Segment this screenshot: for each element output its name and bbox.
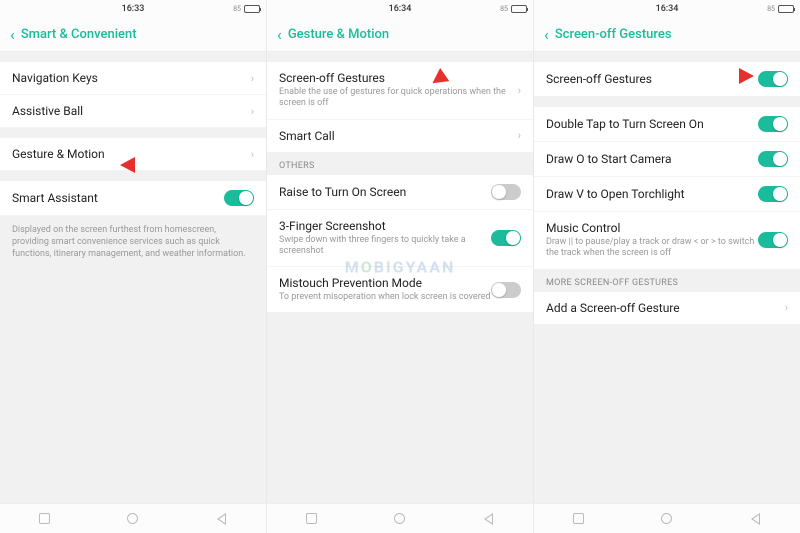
battery-text: 85 bbox=[233, 5, 241, 13]
row-screen-off-gestures[interactable]: Screen-off Gestures Enable the use of ge… bbox=[267, 62, 533, 120]
row-mistouch-prevention[interactable]: Mistouch Prevention Mode To prevent miso… bbox=[267, 267, 533, 312]
battery-icon bbox=[244, 5, 260, 13]
row-smart-call[interactable]: Smart Call › bbox=[267, 120, 533, 153]
row-label: Draw O to Start Camera bbox=[546, 152, 758, 166]
row-label: 3-Finger Screenshot bbox=[279, 219, 491, 233]
page-title: Gesture & Motion bbox=[288, 27, 389, 42]
header: ‹ Gesture & Motion bbox=[267, 18, 533, 52]
row-label: Double Tap to Turn Screen On bbox=[546, 117, 758, 131]
toggle-music-control[interactable] bbox=[758, 232, 788, 248]
row-draw-o[interactable]: Draw O to Start Camera bbox=[534, 142, 800, 177]
battery-icon bbox=[511, 5, 527, 13]
row-label: Draw V to Open Torchlight bbox=[546, 187, 758, 201]
row-label: Screen-off Gestures bbox=[279, 71, 518, 85]
row-label: Mistouch Prevention Mode bbox=[279, 276, 491, 290]
nav-home-icon[interactable] bbox=[660, 512, 674, 526]
row-music-control[interactable]: Music Control Draw || to pause/play a tr… bbox=[534, 212, 800, 270]
back-icon[interactable]: ‹ bbox=[10, 25, 15, 44]
nav-recent-icon[interactable] bbox=[571, 512, 585, 526]
status-bar: 16:33 85 bbox=[0, 0, 266, 18]
toggle-draw-v[interactable] bbox=[758, 186, 788, 202]
info-text: Displayed on the screen furthest from ho… bbox=[0, 216, 266, 268]
nav-recent-icon[interactable] bbox=[37, 512, 51, 526]
row-navigation-keys[interactable]: Navigation Keys › bbox=[0, 62, 266, 95]
toggle-3finger[interactable] bbox=[491, 230, 521, 246]
toggle-draw-o[interactable] bbox=[758, 151, 788, 167]
row-subtitle: To prevent misoperation when lock screen… bbox=[279, 292, 491, 303]
status-bar: 16:34 85 bbox=[534, 0, 800, 18]
status-time: 16:34 bbox=[580, 4, 754, 14]
status-bar: 16:34 85 bbox=[267, 0, 533, 18]
nav-back-icon[interactable] bbox=[482, 512, 496, 526]
nav-recent-icon[interactable] bbox=[304, 512, 318, 526]
toggle-screen-off-gestures[interactable] bbox=[758, 71, 788, 87]
chevron-right-icon: › bbox=[251, 72, 254, 85]
chevron-right-icon: › bbox=[518, 129, 521, 142]
screen-screen-off-gestures: 16:34 85 ‹ Screen-off Gestures Screen-of… bbox=[533, 0, 800, 533]
row-label: Smart Call bbox=[279, 129, 518, 143]
back-icon[interactable]: ‹ bbox=[544, 25, 549, 44]
nav-home-icon[interactable] bbox=[126, 512, 140, 526]
back-icon[interactable]: ‹ bbox=[277, 25, 282, 44]
toggle-double-tap[interactable] bbox=[758, 116, 788, 132]
row-label: Assistive Ball bbox=[12, 104, 251, 118]
row-subtitle: Swipe down with three fingers to quickly… bbox=[279, 235, 491, 258]
section-others: OTHERS bbox=[267, 153, 533, 175]
section-more-gestures: MORE SCREEN-OFF GESTURES bbox=[534, 270, 800, 292]
row-label: Gesture & Motion bbox=[12, 147, 251, 161]
page-title: Screen-off Gestures bbox=[555, 27, 672, 42]
row-add-gesture[interactable]: Add a Screen-off Gesture › bbox=[534, 292, 800, 324]
nav-bar bbox=[267, 503, 533, 533]
chevron-right-icon: › bbox=[518, 84, 521, 97]
toggle-smart-assistant[interactable] bbox=[224, 190, 254, 206]
row-3finger-screenshot[interactable]: 3-Finger Screenshot Swipe down with thre… bbox=[267, 210, 533, 268]
chevron-right-icon: › bbox=[251, 105, 254, 118]
row-draw-v[interactable]: Draw V to Open Torchlight bbox=[534, 177, 800, 212]
row-gesture-motion[interactable]: Gesture & Motion › bbox=[0, 138, 266, 171]
header: ‹ Smart & Convenient bbox=[0, 18, 266, 52]
nav-home-icon[interactable] bbox=[393, 512, 407, 526]
chevron-right-icon: › bbox=[251, 148, 254, 161]
row-label: Add a Screen-off Gesture bbox=[546, 301, 785, 315]
status-time: 16:33 bbox=[46, 4, 220, 14]
chevron-right-icon: › bbox=[785, 301, 788, 314]
row-label: Raise to Turn On Screen bbox=[279, 185, 491, 199]
row-assistive-ball[interactable]: Assistive Ball › bbox=[0, 95, 266, 128]
battery-text: 85 bbox=[500, 5, 508, 13]
nav-bar bbox=[0, 503, 266, 533]
screen-smart-convenient: 16:33 85 ‹ Smart & Convenient Navigation… bbox=[0, 0, 266, 533]
battery-icon bbox=[778, 5, 794, 13]
header: ‹ Screen-off Gestures bbox=[534, 18, 800, 52]
row-screen-off-gestures-toggle[interactable]: Screen-off Gestures bbox=[534, 62, 800, 97]
battery-text: 85 bbox=[767, 5, 775, 13]
toggle-mistouch[interactable] bbox=[491, 282, 521, 298]
row-label: Navigation Keys bbox=[12, 71, 251, 85]
screen-gesture-motion: 16:34 85 ‹ Gesture & Motion Screen-off G… bbox=[266, 0, 533, 533]
row-double-tap[interactable]: Double Tap to Turn Screen On bbox=[534, 107, 800, 142]
row-label: Smart Assistant bbox=[12, 191, 224, 205]
row-subtitle: Enable the use of gestures for quick ope… bbox=[279, 87, 518, 110]
row-subtitle: Draw || to pause/play a track or draw < … bbox=[546, 237, 758, 260]
row-label: Screen-off Gestures bbox=[546, 72, 758, 86]
page-title: Smart & Convenient bbox=[21, 27, 137, 42]
nav-bar bbox=[534, 503, 800, 533]
row-label: Music Control bbox=[546, 221, 758, 235]
row-raise-to-turn-on[interactable]: Raise to Turn On Screen bbox=[267, 175, 533, 210]
nav-back-icon[interactable] bbox=[215, 512, 229, 526]
toggle-raise[interactable] bbox=[491, 184, 521, 200]
nav-back-icon[interactable] bbox=[749, 512, 763, 526]
row-smart-assistant[interactable]: Smart Assistant bbox=[0, 181, 266, 216]
status-time: 16:34 bbox=[313, 4, 487, 14]
